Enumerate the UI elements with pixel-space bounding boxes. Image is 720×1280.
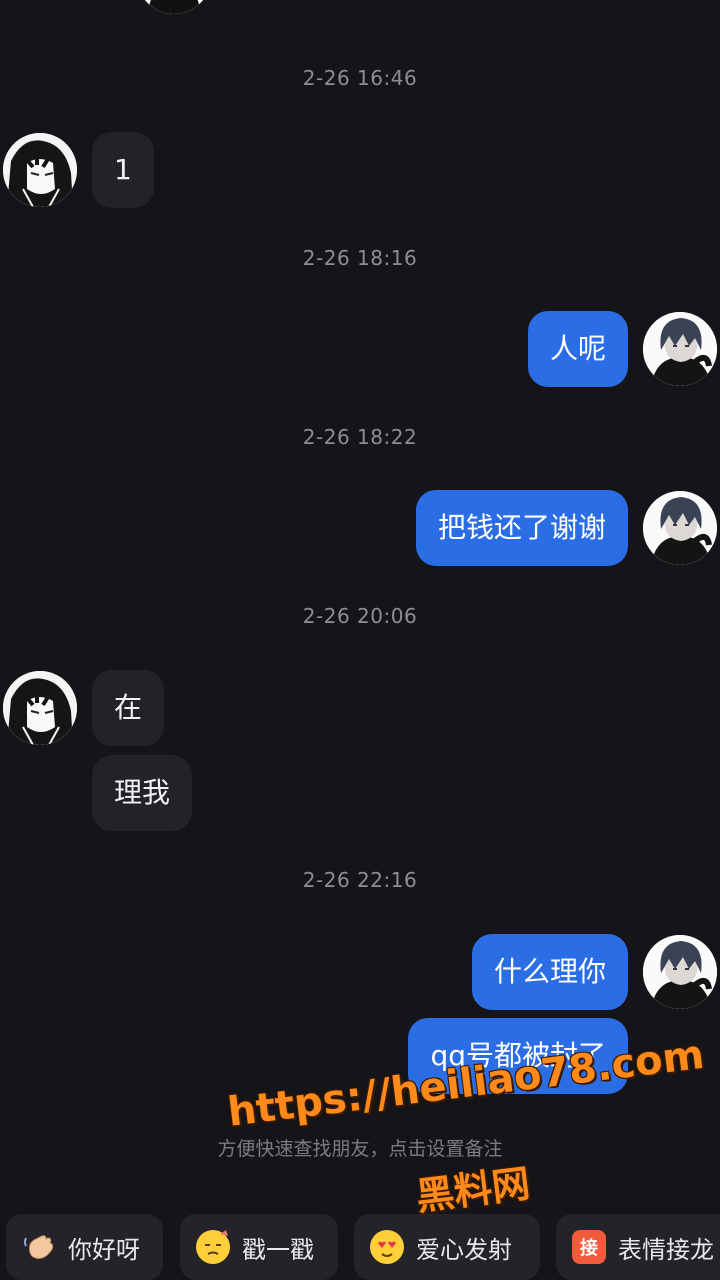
- my-avatar[interactable]: [643, 312, 717, 386]
- contact-avatar[interactable]: [3, 133, 77, 207]
- outgoing-message[interactable]: 什么理你: [471, 934, 628, 1010]
- incoming-message[interactable]: 理我: [92, 755, 193, 831]
- my-avatar[interactable]: [643, 491, 717, 565]
- heart-face-icon: [370, 1230, 404, 1264]
- contact-avatar[interactable]: [3, 671, 77, 745]
- outgoing-message[interactable]: 人呢: [527, 311, 628, 387]
- incoming-message[interactable]: 1: [92, 132, 154, 208]
- incoming-message[interactable]: 在: [92, 670, 165, 746]
- timestamp: 2-26 20:06: [302, 604, 418, 628]
- timestamp: 2-26 18:16: [302, 246, 418, 270]
- quick-reply-label: 爱心发射: [416, 1235, 512, 1264]
- timestamp: 2-26 16:46: [302, 66, 418, 90]
- quick-reply-emoji-relay[interactable]: 接 表情接龙: [556, 1214, 720, 1280]
- emoji-relay-icon: 接: [572, 1230, 606, 1264]
- timestamp: 2-26 18:22: [302, 425, 418, 449]
- quick-reply-label: 你好呀: [68, 1235, 140, 1264]
- remark-hint[interactable]: 方便快速查找朋友，点击设置备注: [0, 1134, 720, 1161]
- wave-hand-icon: [22, 1230, 56, 1264]
- quick-reply-label: 表情接龙: [618, 1235, 714, 1264]
- my-avatar[interactable]: [643, 935, 717, 1009]
- quick-reply-poke[interactable]: 戳一戳: [180, 1214, 338, 1280]
- poke-face-icon: [196, 1230, 230, 1264]
- avatar-partial: [137, 0, 211, 14]
- quick-reply-label: 戳一戳: [242, 1235, 314, 1264]
- timestamp: 2-26 22:16: [302, 868, 418, 892]
- watermark-name: 黑料网: [413, 1161, 533, 1219]
- quick-reply-heart[interactable]: 爱心发射: [354, 1214, 540, 1280]
- quick-reply-hello[interactable]: 你好呀: [6, 1214, 163, 1280]
- outgoing-message[interactable]: 把钱还了谢谢: [415, 490, 628, 566]
